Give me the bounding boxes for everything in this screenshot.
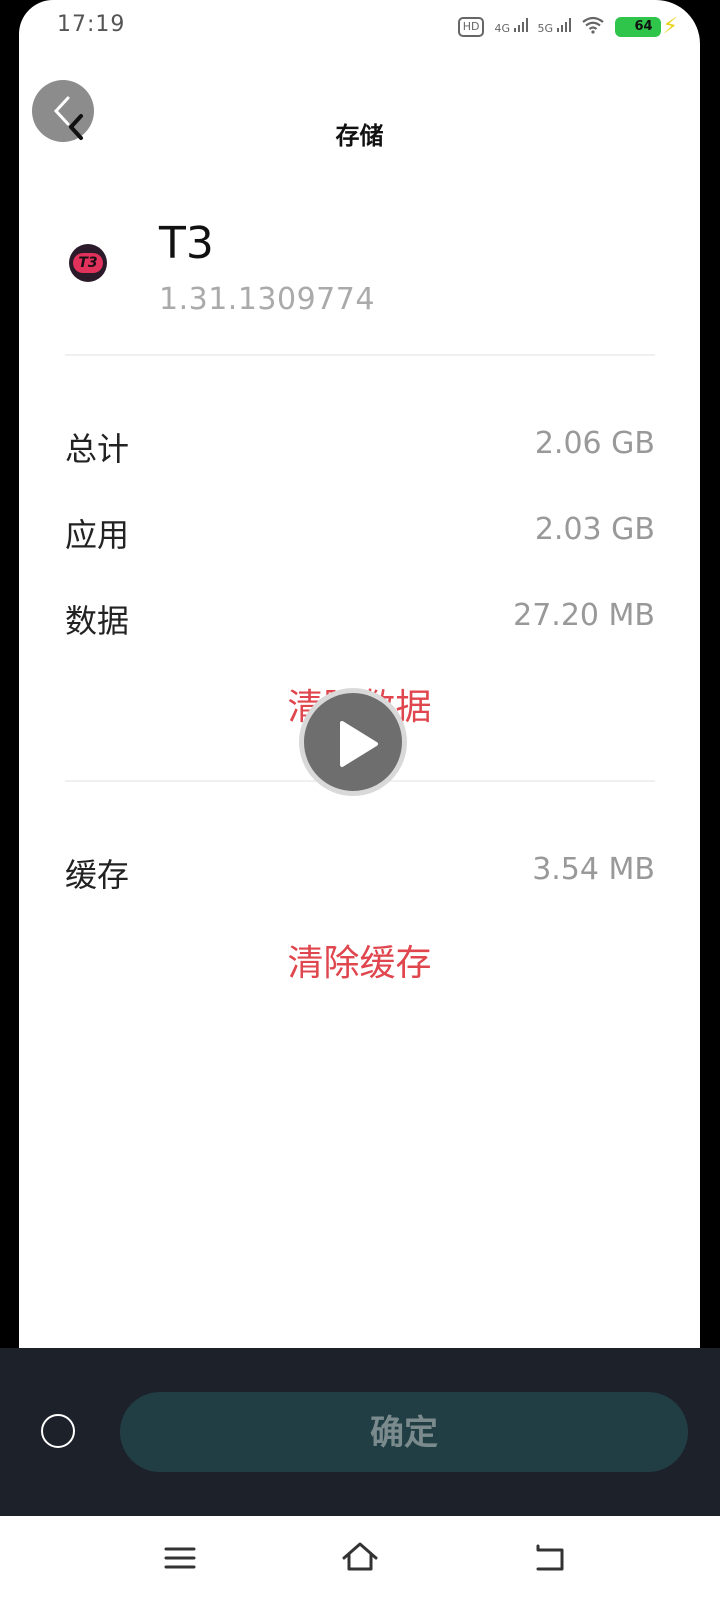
app-icon: T3 <box>69 244 107 282</box>
charging-bolt-icon: ⚡ <box>662 14 678 39</box>
row-value: 27.20 MB <box>513 598 655 633</box>
row-value: 2.06 GB <box>534 426 655 461</box>
signal-5g-icon: 5G <box>538 18 571 35</box>
status-icons: HD 4G 5G 64 ⚡ <box>457 14 678 39</box>
bottom-panel: 确定 <box>0 1348 720 1516</box>
app-version: 1.31.1309774 <box>159 282 375 317</box>
storage-row-total: 总计 2.06 GB <box>65 424 655 474</box>
play-icon <box>340 721 378 767</box>
signal-4g-icon: 4G <box>494 18 528 35</box>
menu-icon[interactable] <box>158 1536 202 1580</box>
screen: 17:19 HD 4G 5G 64 ⚡ 存储 T3 T3 1.31.130977… <box>0 0 720 1600</box>
signal-4g-label: 4G <box>494 22 511 35</box>
status-bar: 17:19 HD 4G 5G 64 ⚡ <box>19 0 700 52</box>
battery-icon: 64 <box>614 16 661 37</box>
row-label: 应用 <box>65 516 130 554</box>
wifi-icon <box>581 16 605 37</box>
row-label: 数据 <box>65 602 130 640</box>
battery-level: 64 <box>634 19 653 34</box>
storage-row-data: 数据 27.20 MB <box>65 596 655 646</box>
storage-row-app: 应用 2.03 GB <box>65 510 655 560</box>
row-value: 2.03 GB <box>534 512 655 547</box>
confirm-button[interactable]: 确定 <box>120 1392 688 1472</box>
storage-row-cache: 缓存 3.54 MB <box>65 850 655 900</box>
clear-cache-button[interactable]: 清除缓存 <box>19 934 700 986</box>
divider <box>65 354 655 356</box>
hd-icon: HD <box>457 16 485 37</box>
row-value: 3.54 MB <box>532 852 655 887</box>
status-time: 17:19 <box>57 12 126 37</box>
system-nav-bar <box>0 1516 720 1600</box>
row-label: 总计 <box>65 430 130 468</box>
page-title: 存储 <box>335 122 384 150</box>
app-screen: 17:19 HD 4G 5G 64 ⚡ 存储 T3 T3 1.31.130977… <box>19 0 700 1348</box>
back-icon[interactable] <box>528 1536 572 1580</box>
select-radio[interactable] <box>41 1414 75 1448</box>
row-label: 缓存 <box>65 856 130 894</box>
home-icon[interactable] <box>338 1536 382 1580</box>
play-button[interactable] <box>299 688 407 796</box>
app-name: T3 <box>159 218 214 269</box>
signal-5g-label: 5G <box>537 22 554 35</box>
app-icon-badge: T3 <box>73 253 103 273</box>
